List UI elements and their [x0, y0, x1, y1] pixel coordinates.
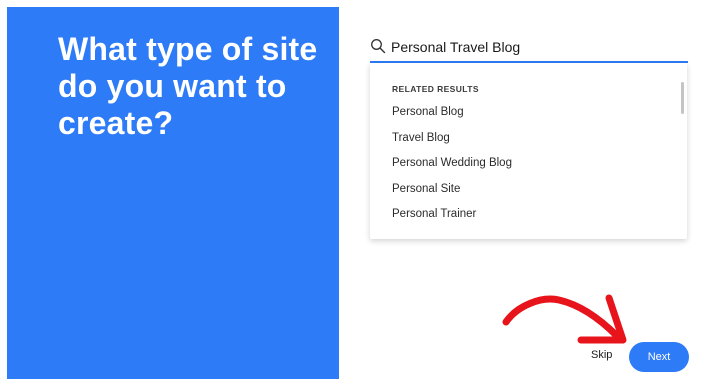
result-list: Personal Blog Travel Blog Personal Weddi…: [392, 104, 512, 232]
page-headline: What type of site do you want to create?: [58, 31, 318, 141]
result-item-travel-blog[interactable]: Travel Blog: [392, 130, 512, 156]
red-arrow-annotation: [502, 294, 627, 344]
search-input[interactable]: [391, 36, 681, 58]
site-type-page: What type of site do you want to create?…: [0, 0, 711, 379]
search-icon: [371, 39, 386, 54]
next-button[interactable]: Next: [629, 342, 689, 372]
results-dropdown: RELATED RESULTS Personal Blog Travel Blo…: [370, 63, 687, 239]
skip-button[interactable]: Skip: [591, 349, 612, 361]
search-box: [370, 35, 688, 63]
dropdown-scrollbar[interactable]: [681, 82, 684, 114]
right-panel: RELATED RESULTS Personal Blog Travel Blo…: [339, 7, 711, 379]
result-item-personal-blog[interactable]: Personal Blog: [392, 104, 512, 130]
result-item-personal-trainer[interactable]: Personal Trainer: [392, 206, 512, 232]
result-item-personal-wedding-blog[interactable]: Personal Wedding Blog: [392, 155, 512, 181]
result-item-personal-site[interactable]: Personal Site: [392, 181, 512, 207]
related-results-header: RELATED RESULTS: [392, 84, 479, 94]
left-blue-panel: What type of site do you want to create?: [7, 7, 339, 379]
